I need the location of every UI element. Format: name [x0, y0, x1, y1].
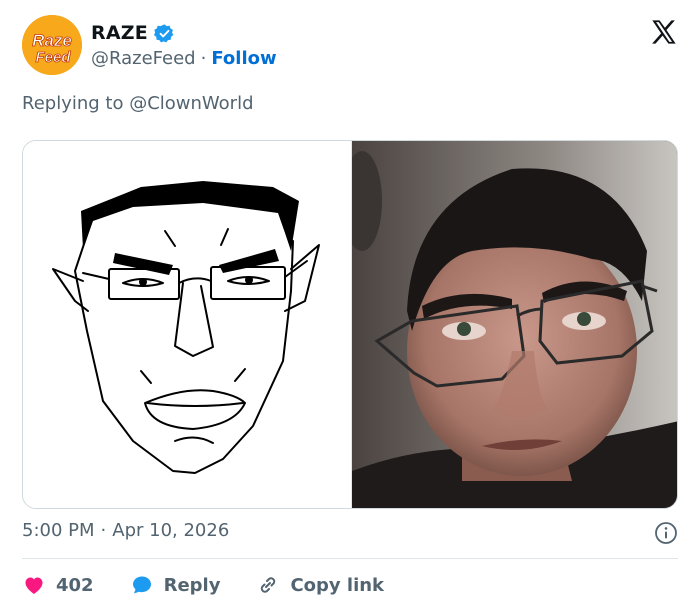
timestamp-separator: ·: [100, 520, 107, 541]
like-button[interactable]: 402: [22, 573, 94, 597]
replying-to: Replying to @ClownWorld: [22, 93, 254, 114]
reply-bubble-icon: [132, 576, 151, 594]
person-photo-image[interactable]: [352, 141, 677, 508]
link-icon: [261, 577, 276, 593]
replying-prefix: Replying to: [22, 93, 130, 114]
like-count: 402: [56, 574, 94, 596]
timestamp[interactable]: 5:00 PM · Apr 10, 2026: [22, 520, 229, 541]
avatar[interactable]: Raze Feed: [22, 15, 82, 75]
info-icon[interactable]: [654, 521, 678, 545]
tweet-card: Raze Feed RAZE @RazeFeed · Follow Replyi…: [0, 0, 700, 612]
media-grid[interactable]: [22, 140, 678, 509]
timestamp-time: 5:00 PM: [22, 520, 95, 541]
copy-link-label: Copy link: [290, 574, 385, 596]
handle[interactable]: @RazeFeed: [91, 48, 196, 69]
avatar-text-top: Raze: [32, 31, 72, 50]
heart-icon: [25, 577, 43, 594]
man-with-glasses-photo: [352, 141, 677, 508]
reply-label: Reply: [163, 574, 221, 596]
divider: [22, 558, 678, 559]
meme-drawing-image[interactable]: [23, 141, 352, 508]
timestamp-date: Apr 10, 2026: [112, 520, 230, 541]
display-name[interactable]: RAZE: [91, 22, 148, 44]
follow-button[interactable]: Follow: [211, 48, 276, 69]
name-row: RAZE: [91, 22, 175, 44]
reply-button[interactable]: Reply: [130, 573, 221, 597]
x-logo-icon[interactable]: [650, 18, 678, 46]
replying-mention[interactable]: @ClownWorld: [129, 93, 253, 114]
handle-row: @RazeFeed · Follow: [91, 48, 277, 69]
copy-link-button[interactable]: Copy link: [256, 573, 384, 597]
raze-logo-icon: Raze Feed: [22, 15, 82, 75]
drawn-face-illustration: [52, 181, 320, 474]
avatar-text-bottom: Feed: [35, 49, 71, 66]
verified-badge-icon: [153, 23, 174, 42]
action-bar: 402 Reply Copy link: [22, 570, 384, 600]
handle-separator: ·: [200, 48, 207, 69]
